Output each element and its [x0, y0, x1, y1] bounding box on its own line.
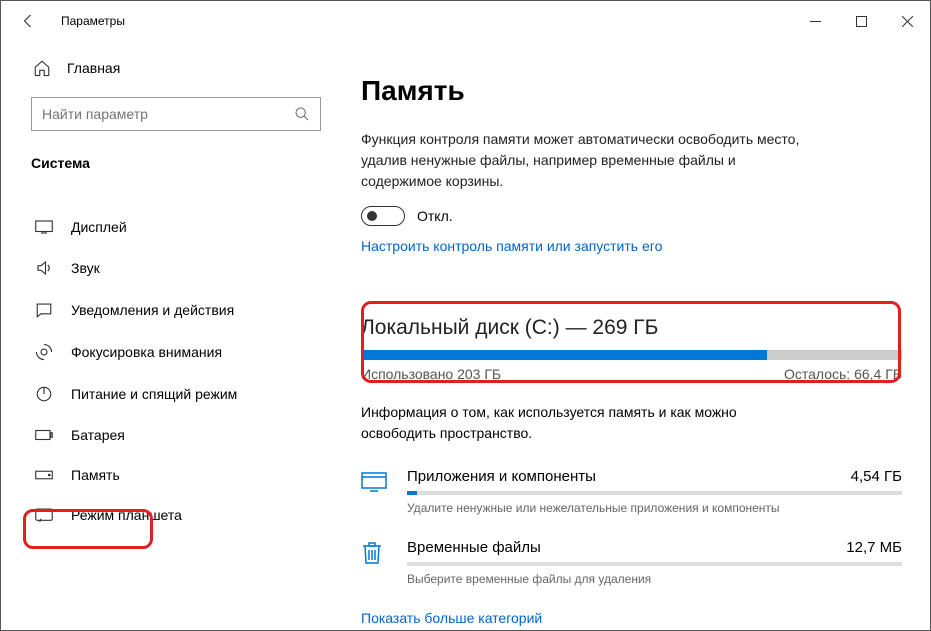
- sidebar-item-focus[interactable]: Фокусировка внимания: [21, 331, 321, 373]
- storage-sense-toggle[interactable]: [361, 206, 405, 226]
- sidebar-item-sound[interactable]: Звук: [21, 247, 321, 289]
- configure-storage-sense-link[interactable]: Настроить контроль памяти или запустить …: [361, 238, 902, 254]
- show-more-categories-link[interactable]: Показать больше категорий: [361, 610, 902, 626]
- sidebar-item-label: Батарея: [71, 427, 125, 443]
- disk-used-label: Использовано 203 ГБ: [361, 366, 501, 382]
- battery-icon: [35, 429, 53, 441]
- category-fill: [407, 491, 417, 495]
- storage-icon: [35, 470, 53, 480]
- sidebar-item-label: Уведомления и действия: [71, 302, 234, 318]
- apps-icon: [361, 468, 387, 492]
- sidebar-item-label: Фокусировка внимания: [71, 344, 222, 360]
- category-apps[interactable]: Приложения и компоненты 4,54 ГБ Удалите …: [361, 468, 902, 515]
- toggle-label: Откл.: [417, 208, 453, 224]
- sidebar-item-label: Звук: [71, 260, 100, 276]
- search-input[interactable]: [42, 106, 294, 122]
- disk-usage-bar: [361, 350, 902, 360]
- sidebar-item-power[interactable]: Питание и спящий режим: [21, 373, 321, 415]
- main-pane: Память Функция контроля памяти может авт…: [321, 41, 930, 630]
- sidebar-item-label: Память: [71, 467, 120, 483]
- window-controls: [792, 5, 930, 37]
- disk-title: Локальный диск (C:) — 269 ГБ: [361, 316, 902, 340]
- disk-usage-fill: [361, 350, 767, 360]
- sidebar-home-label: Главная: [67, 60, 120, 76]
- sidebar-home[interactable]: Главная: [21, 51, 321, 85]
- disk-section: Локальный диск (C:) — 269 ГБ Использован…: [361, 316, 902, 382]
- sidebar-item-battery[interactable]: Батарея: [21, 415, 321, 455]
- home-icon: [33, 59, 51, 77]
- category-hint: Удалите ненужные или нежелательные прило…: [407, 501, 902, 515]
- category-name: Временные файлы: [407, 539, 541, 556]
- window-title: Параметры: [61, 14, 125, 28]
- category-size: 12,7 МБ: [846, 539, 902, 556]
- sidebar-item-tablet[interactable]: Режим планшета: [21, 495, 321, 535]
- sidebar-item-label: Дисплей: [71, 219, 127, 235]
- category-hint: Выберите временные файлы для удаления: [407, 572, 902, 586]
- notifications-icon: [35, 301, 53, 319]
- focus-icon: [35, 343, 53, 361]
- sidebar-item-label: Режим планшета: [71, 507, 182, 523]
- minimize-button[interactable]: [792, 5, 838, 37]
- category-name: Приложения и компоненты: [407, 468, 596, 485]
- search-icon: [294, 106, 310, 122]
- storage-sense-desc: Функция контроля памяти может автоматиче…: [361, 129, 801, 192]
- disk-free-label: Осталось: 66,4 ГБ: [784, 366, 902, 382]
- search-box[interactable]: [31, 97, 321, 131]
- back-button[interactable]: [19, 11, 39, 31]
- settings-window: Параметры Главная: [0, 0, 931, 631]
- sidebar-item-display[interactable]: Дисплей: [21, 207, 321, 247]
- trash-icon: [361, 539, 387, 565]
- storage-info-text: Информация о том, как используется памят…: [361, 402, 791, 444]
- titlebar: Параметры: [1, 1, 930, 41]
- category-temp[interactable]: Временные файлы 12,7 МБ Выберите временн…: [361, 539, 902, 586]
- sidebar-item-notifications[interactable]: Уведомления и действия: [21, 289, 321, 331]
- sidebar-section: Система: [21, 143, 321, 183]
- page-title: Память: [361, 75, 902, 107]
- tablet-icon: [35, 508, 53, 522]
- sidebar-item-storage[interactable]: Память: [21, 455, 321, 495]
- close-button[interactable]: [884, 5, 930, 37]
- sidebar-item-label: Питание и спящий режим: [71, 386, 237, 402]
- category-size: 4,54 ГБ: [851, 468, 902, 485]
- sound-icon: [35, 259, 53, 277]
- sidebar: Главная Система Дисплей Звук: [1, 41, 321, 630]
- sidebar-nav: Дисплей Звук Уведомления и действия Фоку…: [21, 207, 321, 535]
- maximize-button[interactable]: [838, 5, 884, 37]
- display-icon: [35, 220, 53, 234]
- power-icon: [35, 385, 53, 403]
